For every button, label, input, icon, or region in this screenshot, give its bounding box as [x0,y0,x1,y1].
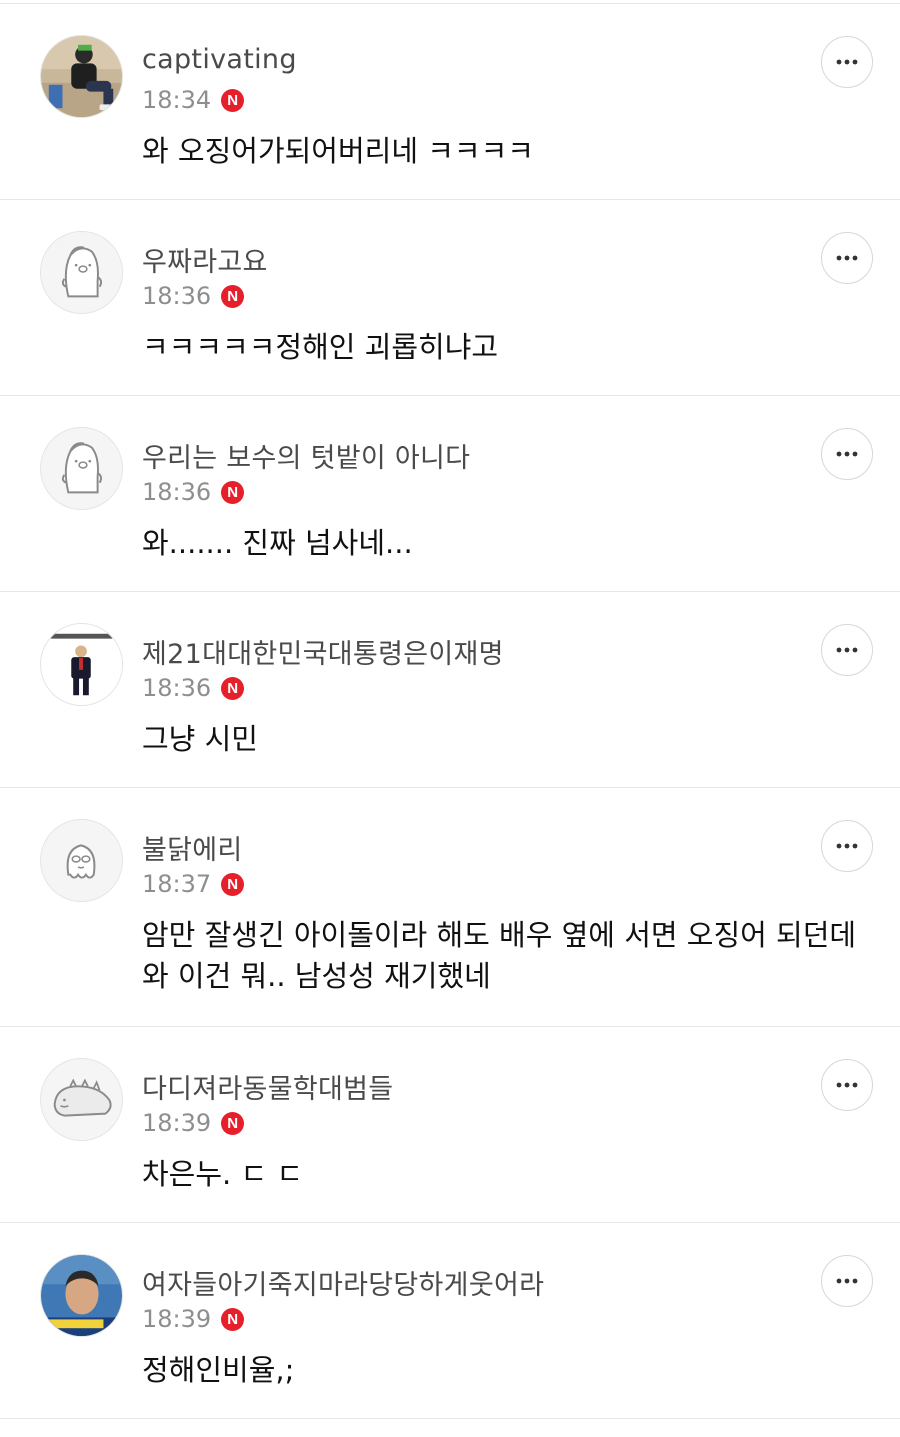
more-options-button[interactable] [821,820,873,872]
user-photo-icon [41,1255,122,1336]
new-badge-icon: N [221,284,245,308]
new-badge-icon: N [221,88,245,112]
comment-nickname[interactable]: 제21대대한민국대통령은이재명 [142,632,504,671]
comment-body: ㅋㅋㅋㅋㅋ정해인 괴롭히냐고 [142,330,499,364]
avatar[interactable] [40,819,123,902]
new-badge-icon: N [221,480,245,504]
comment-nickname[interactable]: 우짜라고요 [142,240,268,279]
comment-body: 그냥 시민 [142,722,258,756]
comment-meta: 18:39 N [142,1305,245,1333]
comment-time: 18:39 [142,1305,212,1333]
comment-time: 18:36 [142,282,212,310]
default-character-icon [41,232,122,313]
comment-item: 우짜라고요 18:36 N ㅋㅋㅋㅋㅋ정해인 괴롭히냐고 [0,200,900,396]
comment-meta: 18:36 N [142,674,245,702]
more-horizontal-icon [836,1278,858,1284]
new-badge-icon: N [221,872,245,896]
more-options-button[interactable] [821,1059,873,1111]
comment-meta: 18:36 N [142,282,245,310]
new-badge-icon: N [221,676,245,700]
more-horizontal-icon [836,255,858,261]
comment-meta: 18:39 N [142,1109,245,1137]
comment-time: 18:36 [142,674,212,702]
default-dinosaur-icon [41,1059,122,1140]
comment-nickname[interactable]: 불닭에리 [142,828,243,867]
default-character-icon [41,428,122,509]
comment-body: 정해인비율,; [142,1353,295,1387]
more-options-button[interactable] [821,624,873,676]
comment-body: 암만 잘생긴 아이돌이라 해도 배우 옆에 서면 오징어 되던데 와 이건 뭐.… [142,918,857,993]
more-options-button[interactable] [821,36,873,88]
comment-nickname[interactable]: 여자들아기죽지마라당당하게웃어라 [142,1263,544,1302]
comment-list: captivating 18:34 N 와 오징어가되어버리네 ㅋㅋㅋㅋ 우짜라 [0,3,900,1419]
comment-item: 불닭에리 18:37 N 암만 잘생긴 아이돌이라 해도 배우 옆에 서면 오징… [0,788,900,1027]
more-options-button[interactable] [821,232,873,284]
comment-item: 제21대대한민국대통령은이재명 18:36 N 그냥 시민 [0,592,900,788]
more-options-button[interactable] [821,1255,873,1307]
comment-nickname[interactable]: 우리는 보수의 텃밭이 아니다 [142,436,470,475]
new-badge-icon: N [221,1111,245,1135]
user-photo-icon [41,624,122,705]
avatar[interactable] [40,231,123,314]
avatar[interactable] [40,1254,123,1337]
comment-time: 18:36 [142,478,212,506]
comment-body: 와 오징어가되어버리네 ㅋㅋㅋㅋ [142,134,534,168]
comment-item: 우리는 보수의 텃밭이 아니다 18:36 N 와....... 진짜 넘사네.… [0,396,900,592]
more-horizontal-icon [836,59,858,65]
avatar[interactable] [40,1058,123,1141]
comment-meta: 18:36 N [142,478,245,506]
more-horizontal-icon [836,1082,858,1088]
comment-nickname[interactable]: 다디져라동물학대범들 [142,1067,393,1106]
new-badge-icon: N [221,1307,245,1331]
comment-item: 다디져라동물학대범들 18:39 N 차은누. ㄷ ㄷ [0,1027,900,1223]
default-octopus-icon [41,820,122,901]
comment-time: 18:34 [142,86,212,114]
more-horizontal-icon [836,647,858,653]
comment-body: 와....... 진짜 넘사네... [142,526,413,560]
comment-meta: 18:37 N [142,870,245,898]
comment-body: 차은누. ㄷ ㄷ [142,1157,304,1191]
comment-item: captivating 18:34 N 와 오징어가되어버리네 ㅋㅋㅋㅋ [0,4,900,200]
comment-meta: 18:34 N [142,86,245,114]
more-options-button[interactable] [821,428,873,480]
avatar[interactable] [40,35,123,118]
comment-time: 18:37 [142,870,212,898]
comment-nickname[interactable]: captivating [142,44,297,75]
more-horizontal-icon [836,451,858,457]
more-horizontal-icon [836,843,858,849]
comment-time: 18:39 [142,1109,212,1137]
avatar[interactable] [40,427,123,510]
avatar[interactable] [40,623,123,706]
user-photo-icon [41,36,122,117]
comment-item: 여자들아기죽지마라당당하게웃어라 18:39 N 정해인비율,; [0,1223,900,1419]
